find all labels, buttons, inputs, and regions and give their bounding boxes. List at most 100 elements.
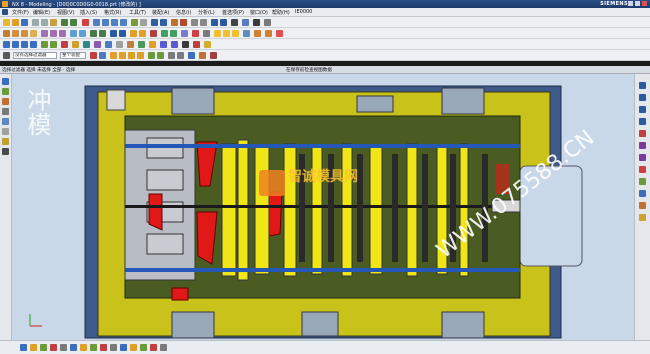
orient-view-icon[interactable]	[151, 19, 158, 26]
paste-icon[interactable]	[50, 19, 57, 26]
save-icon[interactable]	[21, 19, 28, 26]
select-all-icon[interactable]	[99, 52, 106, 59]
measure-body-icon[interactable]	[243, 30, 250, 37]
view-front-icon[interactable]	[639, 94, 646, 101]
view-iso-icon[interactable]	[639, 118, 646, 125]
shaded-icon[interactable]	[639, 142, 646, 149]
menu-help[interactable]: 帮助(H)	[272, 9, 290, 16]
studio-surface-icon[interactable]	[204, 41, 211, 48]
offset-curve-icon[interactable]	[41, 41, 48, 48]
constraint-navigator-icon[interactable]	[2, 88, 9, 95]
thread-icon[interactable]	[181, 30, 188, 37]
menu-window[interactable]: 窗口(O)	[250, 9, 268, 16]
minimize-button[interactable]	[628, 1, 633, 6]
shaded-edges-icon[interactable]	[639, 154, 646, 161]
status-icon-10[interactable]	[110, 344, 117, 351]
status-icon-5[interactable]	[60, 344, 67, 351]
assembly-navigator-icon[interactable]	[2, 78, 9, 85]
edit-object-display-icon[interactable]	[180, 19, 187, 26]
view-right-icon[interactable]	[639, 106, 646, 113]
maximize-button[interactable]	[635, 1, 640, 6]
status-icon-12[interactable]	[130, 344, 137, 351]
close-button[interactable]	[642, 1, 647, 6]
mirror-feature-icon[interactable]	[150, 30, 157, 37]
datum-axis-icon[interactable]	[119, 30, 126, 37]
status-icon-7[interactable]	[80, 344, 87, 351]
show-icon[interactable]	[200, 19, 207, 26]
menu-edit[interactable]: 编辑(E)	[33, 9, 50, 16]
zoom-window-icon[interactable]	[639, 190, 646, 197]
status-icon-8[interactable]	[90, 344, 97, 351]
arc-icon[interactable]	[12, 41, 19, 48]
synchronous-icon[interactable]	[254, 30, 261, 37]
status-icon-2[interactable]	[30, 344, 37, 351]
selection-scope-select[interactable]: 整个装配	[60, 52, 86, 59]
split-body-icon[interactable]	[99, 30, 106, 37]
extrude-icon[interactable]	[12, 30, 19, 37]
delete-face-icon[interactable]	[232, 30, 239, 37]
deselect-all-icon[interactable]	[90, 52, 97, 59]
roles-icon[interactable]	[2, 148, 9, 155]
measure-angle-icon[interactable]	[220, 19, 227, 26]
intersection-curve-icon[interactable]	[83, 41, 90, 48]
snap-arc-center-icon[interactable]	[177, 52, 184, 59]
unite-icon[interactable]	[41, 30, 48, 37]
helix-icon[interactable]	[127, 41, 134, 48]
status-icon-9[interactable]	[100, 344, 107, 351]
open-file-icon[interactable]	[12, 19, 19, 26]
status-icon-6[interactable]	[70, 344, 77, 351]
snap-point-on-face-icon[interactable]	[210, 52, 217, 59]
menu-file[interactable]: 文件(F)	[12, 9, 29, 16]
status-icon-13[interactable]	[140, 344, 147, 351]
status-icon-11[interactable]	[120, 344, 127, 351]
snap-pole-icon[interactable]	[199, 52, 206, 59]
text-icon[interactable]	[105, 41, 112, 48]
copy-icon[interactable]	[41, 19, 48, 26]
status-icon-4[interactable]	[50, 344, 57, 351]
status-icon-15[interactable]	[160, 344, 167, 351]
history-icon[interactable]	[2, 128, 9, 135]
pull-face-icon[interactable]	[265, 30, 272, 37]
snap-point-icon[interactable]	[264, 19, 271, 26]
start-icon[interactable]	[2, 9, 8, 15]
bridge-curve-icon[interactable]	[72, 41, 79, 48]
snap-existing-point-icon[interactable]	[148, 52, 155, 59]
web-browser-icon[interactable]	[2, 118, 9, 125]
status-icon-14[interactable]	[150, 344, 157, 351]
menu-view[interactable]: 视图(V)	[57, 9, 74, 16]
offset-face-icon[interactable]	[130, 30, 137, 37]
studio-display-icon[interactable]	[639, 166, 646, 173]
intersect-icon[interactable]	[59, 30, 66, 37]
undo-icon[interactable]	[61, 19, 68, 26]
expression-icon[interactable]	[203, 30, 210, 37]
snap-quadrant-icon[interactable]	[137, 52, 144, 59]
type-filter-select[interactable]: 没有选择过滤器	[13, 52, 57, 59]
reuse-library-icon[interactable]	[2, 108, 9, 115]
point-icon[interactable]	[116, 41, 123, 48]
snap-intersection-icon[interactable]	[168, 52, 175, 59]
status-icon-1[interactable]	[20, 344, 27, 351]
delete-icon[interactable]	[82, 19, 89, 26]
menu-toggle-icon[interactable]	[3, 52, 10, 59]
view-top-icon[interactable]	[639, 82, 646, 89]
isometric-view-icon[interactable]	[160, 19, 167, 26]
snap-center-icon[interactable]	[128, 52, 135, 59]
view-section-icon[interactable]	[639, 130, 646, 137]
through-curves-icon[interactable]	[160, 41, 167, 48]
redo-icon[interactable]	[70, 19, 77, 26]
menu-information[interactable]: 信息(I)	[176, 9, 191, 16]
draft-icon[interactable]	[161, 30, 168, 37]
menu-format[interactable]: 格式(R)	[104, 9, 121, 16]
snap-on-curve-icon[interactable]	[157, 52, 164, 59]
rectangle-icon[interactable]	[21, 41, 28, 48]
pan-icon[interactable]	[120, 19, 127, 26]
m3-icon[interactable]	[253, 19, 260, 26]
system-materials-icon[interactable]	[2, 138, 9, 145]
snap-midpoint-icon[interactable]	[119, 52, 126, 59]
background-icon[interactable]	[639, 178, 646, 185]
menu-preferences[interactable]: 首选项(P)	[222, 9, 244, 16]
wireframe-icon[interactable]	[140, 19, 147, 26]
stop-icon[interactable]	[192, 30, 199, 37]
join-curve-icon[interactable]	[94, 41, 101, 48]
n-sided-surface-icon[interactable]	[193, 41, 200, 48]
